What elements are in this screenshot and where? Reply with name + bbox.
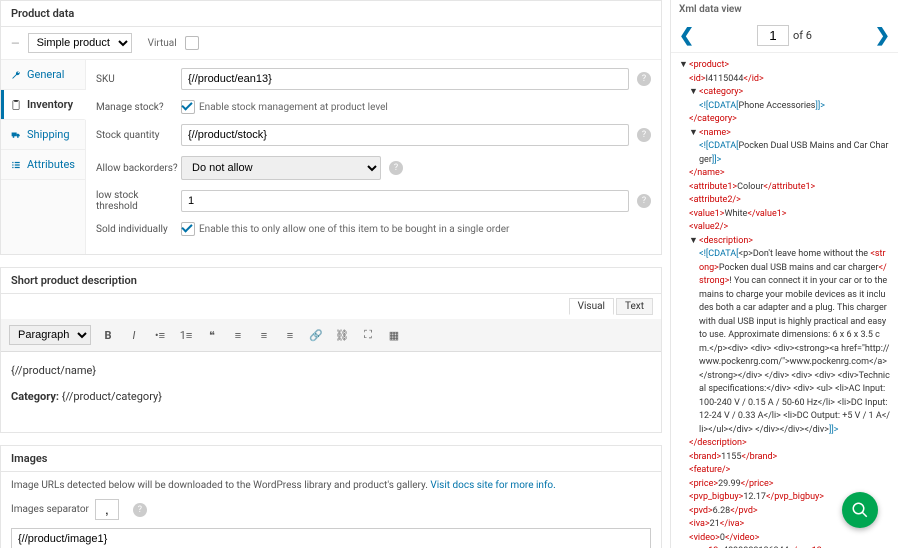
toolbar-toggle-button[interactable]: ▦: [385, 326, 403, 344]
help-icon[interactable]: ?: [389, 161, 403, 175]
page-total: of 6: [793, 29, 812, 42]
xml-view-panel: Xml data view ❮ of 6 ❯ ▼<product> <id>I4…: [670, 0, 898, 548]
category-value: {//product/category}: [59, 390, 162, 403]
list-icon: [11, 160, 21, 170]
align-left-button[interactable]: ≡: [229, 326, 247, 344]
sku-input[interactable]: [181, 68, 629, 90]
sep-input[interactable]: [95, 499, 119, 520]
stock-qty-label: Stock quantity: [96, 130, 181, 141]
tab-general[interactable]: General: [1, 60, 85, 90]
prev-page-button[interactable]: ❮: [679, 25, 694, 46]
clipboard-icon: [11, 100, 21, 110]
quote-button[interactable]: ❝: [203, 326, 221, 344]
tab-attributes[interactable]: Attributes: [1, 150, 85, 180]
virtual-checkbox[interactable]: [185, 36, 199, 50]
help-icon[interactable]: ?: [637, 194, 651, 208]
align-center-button[interactable]: ≡: [255, 326, 273, 344]
product-data-title: Product data: [11, 7, 74, 20]
xml-title: Xml data view: [671, 0, 898, 19]
sold-ind-label: Sold individually: [96, 224, 181, 235]
xml-tree[interactable]: ▼<product> <id>I4115044</id> ▼<category>…: [671, 53, 898, 548]
category-label: Category:: [11, 390, 59, 403]
numbered-list-button[interactable]: 1≡: [177, 326, 195, 344]
unlink-button[interactable]: ⛓: [333, 326, 351, 344]
bold-button[interactable]: B: [99, 326, 117, 344]
images-note: Image URLs detected below will be downlo…: [11, 480, 430, 491]
stock-qty-input[interactable]: [181, 124, 629, 146]
wrench-icon: [11, 70, 21, 80]
manage-stock-note: Enable stock management at product level: [199, 102, 388, 113]
image-url-input[interactable]: [11, 528, 651, 548]
editor-line1: {//product/name}: [11, 362, 651, 380]
editor-content[interactable]: {//product/name} Category: {//product/ca…: [1, 352, 661, 432]
bullet-list-button[interactable]: •≡: [151, 326, 169, 344]
help-icon[interactable]: ?: [133, 503, 147, 517]
align-right-button[interactable]: ≡: [281, 326, 299, 344]
text-tab[interactable]: Text: [616, 298, 653, 315]
sold-ind-checkbox[interactable]: [181, 222, 195, 236]
truck-icon: [11, 130, 21, 140]
help-icon[interactable]: ?: [637, 72, 651, 86]
backorders-select[interactable]: Do not allow: [181, 156, 381, 180]
next-page-button[interactable]: ❯: [875, 25, 890, 46]
sold-ind-note: Enable this to only allow one of this it…: [199, 224, 509, 235]
manage-stock-checkbox[interactable]: [181, 100, 195, 114]
images-panel: Images Image URLs detected below will be…: [0, 445, 662, 548]
page-input[interactable]: [757, 25, 789, 46]
help-fab-button[interactable]: [842, 492, 878, 528]
inventory-form: SKU ? Manage stock? Enable stock managem…: [86, 60, 661, 254]
paragraph-select[interactable]: Paragraph: [9, 325, 91, 345]
product-tabs: General Inventory Shipping Attributes: [1, 60, 86, 254]
images-header: Images: [1, 446, 661, 472]
sku-label: SKU: [96, 74, 181, 85]
docs-link[interactable]: Visit docs site for more info.: [430, 480, 555, 491]
visual-tab[interactable]: Visual: [569, 298, 614, 315]
product-data-header: Product data: [1, 1, 661, 27]
tab-shipping[interactable]: Shipping: [1, 120, 85, 150]
tab-inventory[interactable]: Inventory: [1, 90, 86, 120]
low-stock-input[interactable]: [181, 190, 629, 212]
short-desc-header: Short product description: [1, 268, 661, 294]
editor-toolbar: Paragraph B I •≡ 1≡ ❝ ≡ ≡ ≡ 🔗 ⛓ ⛶ ▦: [1, 319, 661, 352]
product-data-panel: Product data — Simple product Virtual Ge…: [0, 0, 662, 255]
sep-label: Images separator: [11, 504, 89, 515]
fullscreen-button[interactable]: ⛶: [359, 326, 377, 344]
manage-stock-label: Manage stock?: [96, 102, 181, 113]
italic-button[interactable]: I: [125, 326, 143, 344]
search-icon: [851, 501, 869, 519]
short-desc-panel: Short product description Visual Text Pa…: [0, 267, 662, 433]
virtual-label: Virtual: [148, 38, 177, 49]
help-icon[interactable]: ?: [637, 128, 651, 142]
low-stock-label: low stock threshold: [96, 190, 181, 212]
link-button[interactable]: 🔗: [307, 326, 325, 344]
dash-separator: —: [11, 37, 20, 50]
product-type-select[interactable]: Simple product: [28, 33, 132, 53]
backorders-label: Allow backorders?: [96, 163, 181, 174]
